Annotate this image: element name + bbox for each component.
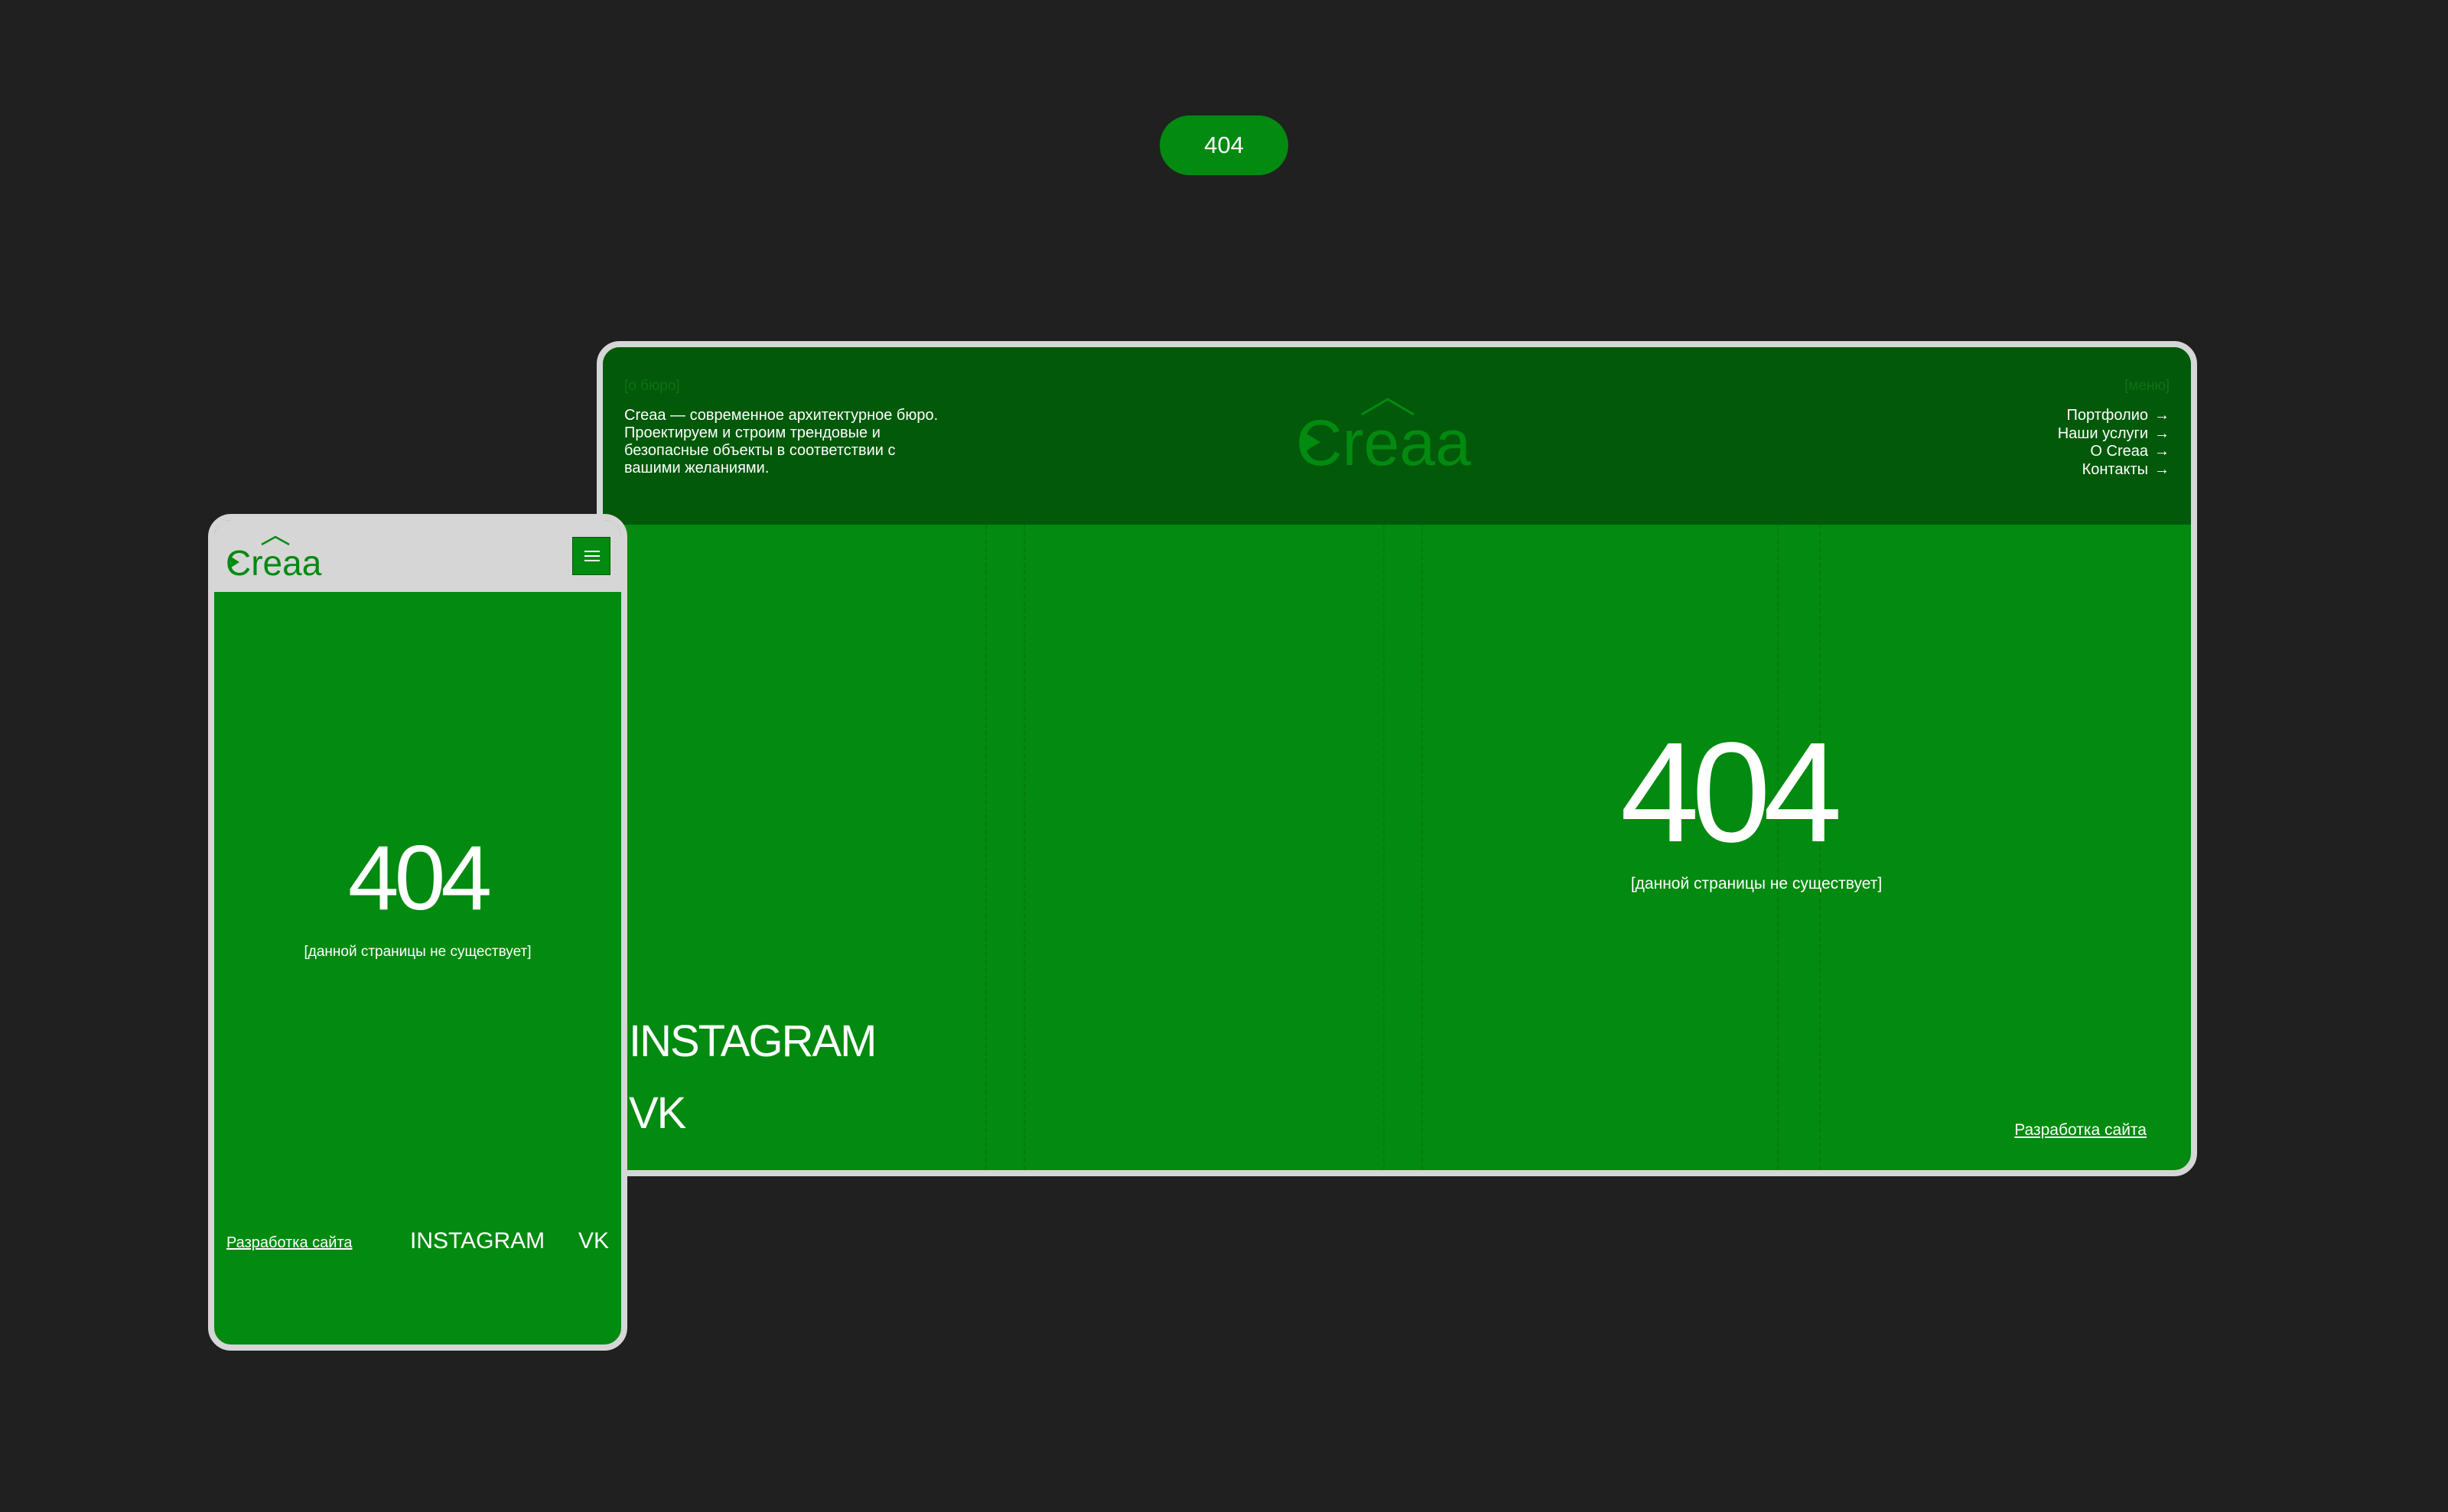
error-code: 404 bbox=[347, 827, 492, 929]
menu-label: [меню] bbox=[2124, 378, 2170, 394]
arrow-right-icon: → bbox=[2154, 424, 2170, 442]
nav-item-label: Наши услуги bbox=[2057, 424, 2148, 442]
site-dev-link[interactable]: Разработка сайта bbox=[2014, 1121, 2147, 1140]
mobile-header: Creaa bbox=[214, 520, 621, 592]
svg-text:Creaa: Creaa bbox=[226, 543, 322, 578]
nav-item-label: Контакты bbox=[2082, 460, 2148, 478]
vk-link[interactable]: VK bbox=[629, 1091, 686, 1136]
instagram-link[interactable]: INSTAGRAM bbox=[410, 1228, 545, 1254]
vk-link[interactable]: VK bbox=[578, 1228, 609, 1254]
desktop-nav: Портфолио → Наши услуги → О Creaa → Контакт… bbox=[2058, 407, 2170, 479]
nav-item-contacts[interactable]: Контакты → bbox=[2058, 461, 2170, 480]
error-code: 404 bbox=[1620, 714, 1842, 872]
arrow-right-icon: → bbox=[2154, 460, 2170, 478]
nav-item-portfolio[interactable]: Портфолио → bbox=[2058, 407, 2170, 425]
page-badge-404: 404 bbox=[1160, 115, 1288, 175]
creaa-logo[interactable]: Creaa bbox=[225, 534, 326, 578]
nav-item-services[interactable]: Наши услуги → bbox=[2058, 425, 2170, 444]
mobile-mockup: Creaa 404 [данной страницы не существует… bbox=[208, 514, 627, 1351]
nav-item-label: О Creaa bbox=[2090, 443, 2148, 460]
arrow-right-icon: → bbox=[2154, 443, 2170, 460]
svg-text:Creaa: Creaa bbox=[1296, 407, 1471, 470]
error-message: [данной страницы не существует] bbox=[304, 944, 532, 960]
nav-item-about[interactable]: О Creaa → bbox=[2058, 443, 2170, 461]
creaa-logo[interactable]: Creaa bbox=[1294, 393, 1481, 470]
about-label: [о бюро] bbox=[624, 378, 680, 394]
about-text: Creaa — современное архитектурное бюро. … bbox=[624, 407, 939, 476]
desktop-header: [о бюро] Creaa — современное архитектурн… bbox=[603, 347, 2191, 525]
arrow-right-icon: → bbox=[2154, 407, 2170, 424]
error-message: [данной страницы не существует] bbox=[1630, 875, 1883, 893]
nav-item-label: Портфолио bbox=[2066, 407, 2148, 424]
instagram-link[interactable]: INSTAGRAM bbox=[629, 1019, 877, 1065]
desktop-content: 404 [данной страницы не существует] INST… bbox=[603, 525, 2191, 1170]
hamburger-icon[interactable] bbox=[572, 537, 610, 575]
site-dev-link[interactable]: Разработка сайта bbox=[226, 1234, 353, 1252]
grid-line bbox=[1024, 525, 1025, 1170]
grid-line bbox=[985, 525, 987, 1170]
desktop-mockup: [о бюро] Creaa — современное архитектурн… bbox=[597, 341, 2197, 1176]
